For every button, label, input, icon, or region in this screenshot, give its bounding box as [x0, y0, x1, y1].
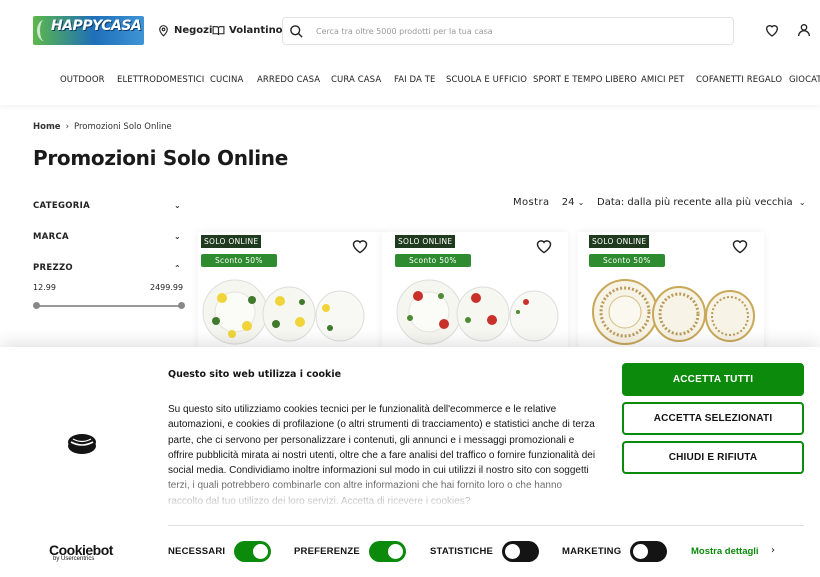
cookie-divider	[168, 525, 804, 526]
toggle-knob	[388, 544, 403, 559]
filter-price-label: PREZZO	[33, 263, 73, 273]
chevron-right-icon[interactable]: ›	[771, 545, 775, 556]
toggle-label-preferenze: PREFERENZE	[294, 546, 360, 557]
product-image-lemon-plates	[202, 279, 365, 345]
solo-online-badge: SOLO ONLINE	[589, 235, 650, 248]
cookiebot-logo[interactable]: Cookiebot by Usercentrics	[49, 542, 113, 562]
breadcrumb-home[interactable]: Home	[33, 122, 61, 132]
wishlist-heart-icon[interactable]	[351, 238, 369, 254]
discount-badge: Sconto 50%	[589, 254, 665, 267]
filter-brand-label: MARCA	[33, 232, 69, 242]
nav-item-cucina[interactable]: CUCINA	[210, 75, 243, 85]
stores-link-label: Negozi	[174, 25, 213, 36]
chevron-up-icon: ⌃	[173, 264, 181, 273]
toggle-label-marketing: MARKETING	[562, 546, 622, 557]
filter-brand[interactable]: MARCA ⌄	[33, 232, 181, 242]
sort-order-label: Data: dalla più recente alla più vecchia	[597, 197, 793, 208]
product-image-gold-plates	[592, 279, 755, 345]
show-details-link[interactable]: Mostra dettagli	[691, 546, 759, 557]
nav-item-amici-pet[interactable]: AMICI PET	[641, 75, 684, 85]
nav-item-outdoor[interactable]: OUTDOOR	[60, 75, 105, 85]
toggle-knob	[253, 544, 268, 559]
solo-online-badge: SOLO ONLINE	[201, 235, 262, 248]
cookie-title: Questo sito web utilizza i cookie	[168, 369, 342, 380]
product-image-apple-plates	[396, 279, 559, 345]
breadcrumb: Home › Promozioni Solo Online	[33, 122, 172, 132]
toggle-label-statistiche: STATISTICHE	[430, 546, 494, 557]
search-bar	[282, 17, 734, 45]
nav-item-cofanetti-regalo[interactable]: COFANETTI REGALO	[696, 75, 782, 85]
site-header: HAPPYCASA Negozi Volantino OUTDOOR ELETT…	[0, 0, 820, 105]
sort-order-select[interactable]: Data: dalla più recente alla più vecchia…	[597, 197, 806, 208]
wishlist-heart-icon[interactable]	[535, 238, 553, 254]
page: HAPPYCASA Negozi Volantino OUTDOOR ELETT…	[0, 0, 820, 577]
nav-item-elettrodomestici[interactable]: ELETTRODOMESTICI	[117, 75, 204, 85]
filter-price[interactable]: PREZZO ⌃	[33, 263, 181, 273]
page-title: Promozioni Solo Online	[33, 146, 288, 170]
necessari-toggle[interactable]	[234, 541, 271, 562]
toggle-label-necessari: NECESSARI	[168, 546, 226, 557]
discount-badge: Sconto 50%	[395, 254, 471, 267]
breadcrumb-separator: ›	[65, 122, 69, 132]
chevron-down-icon: ⌄	[798, 198, 806, 207]
discount-badge: Sconto 50%	[201, 254, 277, 267]
statistiche-toggle[interactable]	[502, 541, 539, 562]
solo-online-badge: SOLO ONLINE	[395, 235, 456, 248]
chevron-down-icon: ⌄	[173, 232, 181, 241]
flyer-link-label: Volantino	[229, 25, 283, 36]
nav-item-giocattoli[interactable]: GIOCAT	[789, 75, 820, 85]
logo-swoosh	[37, 20, 51, 41]
logo-text: HAPPYCASA	[51, 18, 142, 34]
breadcrumb-current: Promozioni Solo Online	[73, 122, 172, 132]
heart-icon[interactable]	[764, 22, 780, 38]
preferenze-toggle[interactable]	[369, 541, 406, 562]
toggle-knob	[505, 544, 520, 559]
filter-category-label: CATEGORIA	[33, 201, 90, 211]
flyer-link[interactable]: Volantino	[212, 24, 283, 37]
cookie-icon	[68, 434, 96, 454]
accept-all-button[interactable]: ACCETTA TUTTI	[622, 363, 804, 396]
book-icon	[212, 26, 225, 35]
wishlist-heart-icon[interactable]	[731, 238, 749, 254]
user-icon[interactable]	[796, 22, 812, 38]
filter-category[interactable]: CATEGORIA ⌄	[33, 201, 181, 211]
show-label: Mostra	[513, 197, 550, 208]
chevron-down-icon: ⌄	[577, 198, 585, 207]
search-icon[interactable]	[289, 24, 304, 39]
price-slider-track[interactable]	[36, 305, 181, 307]
show-count-select[interactable]: Mostra 24 ⌄	[513, 197, 584, 208]
cookie-text-fade	[160, 470, 600, 508]
nav-item-cura-casa[interactable]: CURA CASA	[331, 75, 381, 85]
stores-link[interactable]: Negozi	[157, 24, 212, 37]
nav-item-arredo-casa[interactable]: ARREDO CASA	[257, 75, 320, 85]
price-slider-max-handle[interactable]	[178, 302, 185, 309]
map-pin-icon	[159, 25, 168, 37]
price-min-value: 12.99	[33, 283, 56, 292]
nav-item-scuola-ufficio[interactable]: SCUOLA E UFFICIO	[446, 75, 527, 85]
toggle-knob	[633, 544, 648, 559]
accept-selected-button[interactable]: ACCETTA SELEZIONATI	[622, 402, 804, 435]
chevron-down-icon: ⌄	[173, 201, 181, 210]
site-logo[interactable]: HAPPYCASA	[33, 16, 144, 45]
main-nav: OUTDOOR ELETTRODOMESTICI CUCINA ARREDO C…	[0, 75, 820, 89]
nav-item-sport[interactable]: SPORT E TEMPO LIBERO	[533, 75, 637, 85]
reject-button[interactable]: CHIUDI E RIFIUTA	[622, 441, 804, 474]
price-max-value: 2499.99	[150, 283, 184, 292]
show-value: 24	[561, 197, 575, 208]
marketing-toggle[interactable]	[630, 541, 667, 562]
price-slider-min-handle[interactable]	[33, 302, 40, 309]
search-input[interactable]	[316, 26, 716, 36]
nav-item-fai-da-te[interactable]: FAI DA TE	[394, 75, 436, 85]
